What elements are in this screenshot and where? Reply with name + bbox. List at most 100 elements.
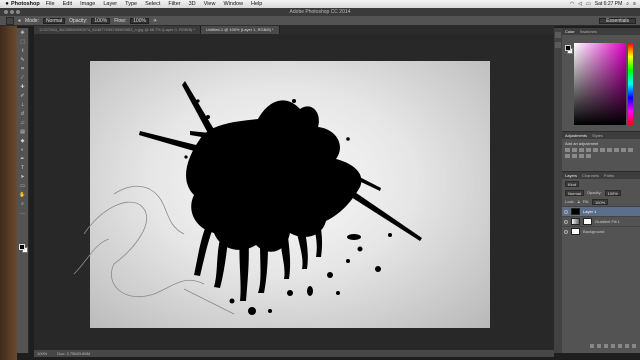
tab-color[interactable]: Color bbox=[565, 29, 575, 34]
photo-filter-icon[interactable] bbox=[621, 148, 626, 152]
more-tools-icon[interactable]: … bbox=[19, 210, 27, 217]
color-panel-foreground-swatch[interactable] bbox=[565, 45, 571, 51]
tab-swatches[interactable]: Swatches bbox=[580, 29, 597, 34]
zoom-tool-icon[interactable]: ⌕ bbox=[19, 201, 27, 208]
crop-tool-icon[interactable]: ⌗ bbox=[19, 66, 27, 73]
tab-styles[interactable]: Styles bbox=[592, 133, 603, 138]
brush-preset-icon[interactable] bbox=[6, 16, 14, 25]
pen-tool-icon[interactable]: ✒ bbox=[19, 156, 27, 163]
new-layer-icon[interactable] bbox=[625, 344, 629, 348]
levels-icon[interactable] bbox=[572, 148, 577, 152]
tab-channels[interactable]: Channels bbox=[582, 173, 599, 178]
lock-icon[interactable]: 🔒︎ bbox=[578, 199, 580, 204]
canvas-area[interactable] bbox=[34, 34, 554, 350]
close-window-button[interactable] bbox=[4, 10, 8, 14]
hue-saturation-icon[interactable] bbox=[600, 148, 605, 152]
battery-icon[interactable]: ▭ bbox=[586, 1, 591, 7]
visibility-eye-icon[interactable] bbox=[564, 219, 568, 224]
invert-icon[interactable] bbox=[565, 154, 570, 158]
menu-window[interactable]: Window bbox=[223, 1, 243, 7]
layer-opacity-field[interactable]: 100% bbox=[604, 189, 621, 196]
tab-adjustments[interactable]: Adjustments bbox=[565, 133, 587, 138]
brush-size-icon[interactable]: ● bbox=[18, 18, 21, 24]
gradient-map-icon[interactable] bbox=[586, 154, 591, 158]
layer-name[interactable]: Gradient Fill 1 bbox=[595, 219, 620, 224]
layer-name[interactable]: Background bbox=[583, 229, 604, 234]
fill-field[interactable]: 100% bbox=[591, 198, 609, 205]
visibility-eye-icon[interactable] bbox=[564, 229, 568, 234]
history-panel-icon[interactable] bbox=[555, 32, 561, 38]
layer-kind-filter[interactable]: Kind bbox=[565, 180, 580, 187]
threshold-icon[interactable] bbox=[579, 154, 584, 158]
layer-row-background[interactable]: Background bbox=[562, 226, 640, 236]
airbrush-icon[interactable]: ✈ bbox=[153, 18, 157, 24]
color-balance-icon[interactable] bbox=[607, 148, 612, 152]
menu-filter[interactable]: Filter bbox=[168, 1, 180, 7]
vibrance-icon[interactable] bbox=[593, 148, 598, 152]
tab-photo[interactable]: 12327063_36028580090574_6246770987555535… bbox=[34, 26, 201, 34]
wifi-icon[interactable]: ◠ bbox=[570, 1, 574, 7]
menu-image[interactable]: Image bbox=[80, 1, 95, 7]
blend-mode-select[interactable]: Normal bbox=[565, 189, 584, 196]
delete-layer-icon[interactable] bbox=[632, 344, 636, 348]
exposure-icon[interactable] bbox=[586, 148, 591, 152]
minimize-window-button[interactable] bbox=[10, 10, 14, 14]
move-tool-icon[interactable]: ✥ bbox=[19, 30, 27, 37]
workspace-select[interactable]: Essentials bbox=[599, 18, 636, 24]
menu-edit[interactable]: Edit bbox=[63, 1, 72, 7]
apple-menu-icon[interactable]: ● bbox=[3, 1, 11, 7]
opacity-field[interactable]: 100% bbox=[91, 17, 111, 24]
properties-panel-icon[interactable] bbox=[555, 42, 561, 48]
visibility-eye-icon[interactable] bbox=[564, 209, 568, 214]
layer-style-icon[interactable] bbox=[597, 344, 601, 348]
zoom-window-button[interactable] bbox=[16, 10, 20, 14]
quick-select-tool-icon[interactable]: ✎ bbox=[19, 57, 27, 64]
blur-tool-icon[interactable]: ◆ bbox=[19, 138, 27, 145]
menu-help[interactable]: Help bbox=[251, 1, 262, 7]
color-picker-field[interactable] bbox=[574, 43, 626, 125]
new-adjustment-icon[interactable] bbox=[611, 344, 615, 348]
flow-field[interactable]: 100% bbox=[130, 17, 149, 24]
type-tool-icon[interactable]: T bbox=[19, 165, 27, 172]
tab-paths[interactable]: Paths bbox=[604, 173, 614, 178]
clone-stamp-tool-icon[interactable]: ⊥ bbox=[19, 102, 27, 109]
history-brush-tool-icon[interactable]: ↺ bbox=[19, 111, 27, 118]
tab-untitled-1[interactable]: Untitled-1 @ 100% (Layer 1, RGB/8) * bbox=[200, 26, 280, 34]
volume-icon[interactable]: ◁ bbox=[578, 1, 582, 7]
channel-mixer-icon[interactable] bbox=[628, 148, 633, 152]
add-mask-icon[interactable] bbox=[604, 344, 608, 348]
eraser-tool-icon[interactable]: ▱ bbox=[19, 120, 27, 127]
eyedropper-tool-icon[interactable]: ⁄ bbox=[19, 75, 27, 82]
lasso-tool-icon[interactable]: ℓ bbox=[19, 48, 27, 55]
search-icon[interactable]: ⌕ bbox=[626, 1, 629, 7]
menu-select[interactable]: Select bbox=[145, 1, 160, 7]
menu-view[interactable]: View bbox=[204, 1, 216, 7]
zoom-level[interactable]: 100% bbox=[37, 351, 47, 356]
foreground-color-swatch[interactable] bbox=[19, 244, 25, 250]
clock[interactable]: Sat 6:27 PM bbox=[595, 1, 623, 7]
doc-size[interactable]: Doc: 2.75M/3.66M bbox=[57, 351, 90, 356]
dodge-tool-icon[interactable]: ◐ bbox=[19, 147, 27, 154]
posterize-icon[interactable] bbox=[572, 154, 577, 158]
mode-select[interactable]: Normal bbox=[42, 17, 66, 24]
tab-layers[interactable]: Layers bbox=[565, 173, 577, 178]
layer-row-gradient-fill-1[interactable]: Gradient Fill 1 bbox=[562, 216, 640, 226]
menu-3d[interactable]: 3D bbox=[189, 1, 196, 7]
brush-tool-icon[interactable]: ✐ bbox=[19, 93, 27, 100]
path-select-tool-icon[interactable]: ➤ bbox=[19, 174, 27, 181]
shape-tool-icon[interactable]: ▭ bbox=[19, 183, 27, 190]
hand-tool-icon[interactable]: ✋ bbox=[19, 192, 27, 199]
layer-name[interactable]: Layer 1 bbox=[583, 209, 596, 214]
menu-file[interactable]: File bbox=[46, 1, 55, 7]
healing-brush-tool-icon[interactable]: ✚ bbox=[19, 84, 27, 91]
link-layers-icon[interactable] bbox=[590, 344, 594, 348]
hue-slider[interactable] bbox=[628, 43, 633, 125]
marquee-tool-icon[interactable]: ⬚ bbox=[19, 39, 27, 46]
layer-row-layer-1[interactable]: Layer 1 bbox=[562, 206, 640, 216]
menu-layer[interactable]: Layer bbox=[103, 1, 117, 7]
black-white-icon[interactable] bbox=[614, 148, 619, 152]
menu-type[interactable]: Type bbox=[125, 1, 137, 7]
app-menu[interactable]: Photoshop bbox=[11, 1, 40, 7]
gradient-tool-icon[interactable]: ▤ bbox=[19, 129, 27, 136]
new-group-icon[interactable] bbox=[618, 344, 622, 348]
